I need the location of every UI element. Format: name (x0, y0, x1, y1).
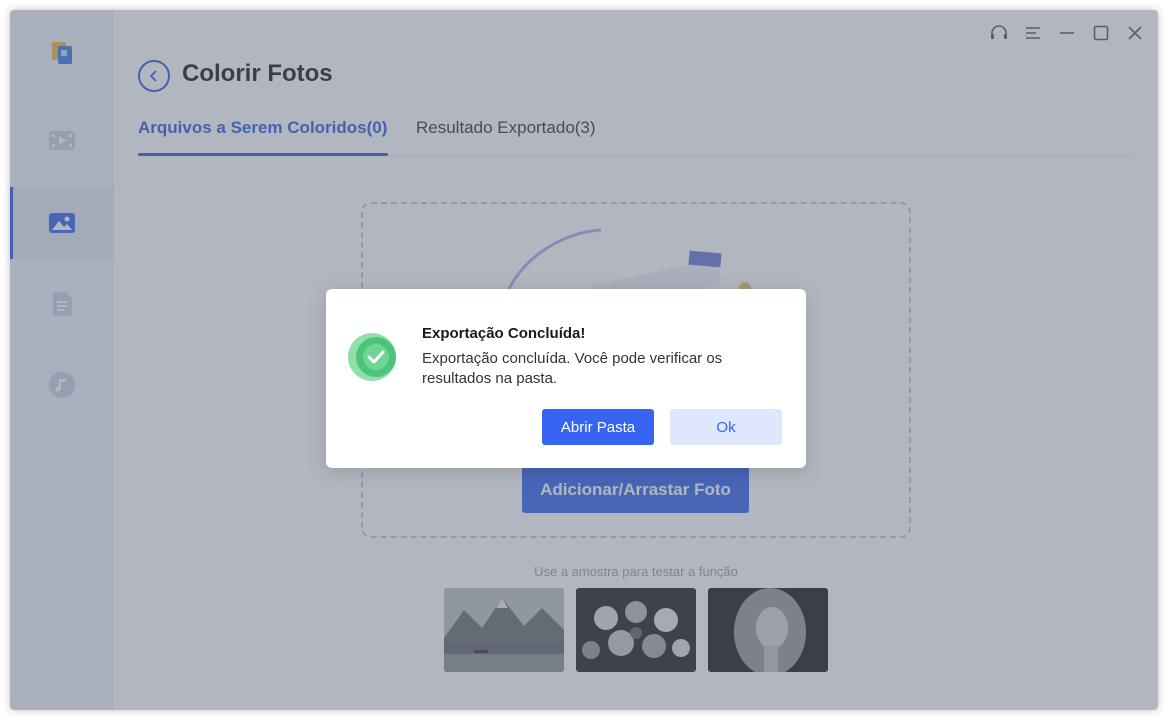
success-check-icon (348, 331, 400, 383)
export-complete-dialog: Exportação Concluída! Exportação concluí… (326, 289, 806, 468)
app-window: Colorir Fotos Arquivos a Serem Coloridos… (10, 10, 1158, 710)
ok-button[interactable]: Ok (670, 409, 782, 445)
dialog-message: Exportação concluída. Você pode verifica… (422, 350, 723, 387)
dialog-title: Exportação Concluída! (422, 325, 586, 342)
open-folder-button[interactable]: Abrir Pasta (542, 409, 654, 445)
